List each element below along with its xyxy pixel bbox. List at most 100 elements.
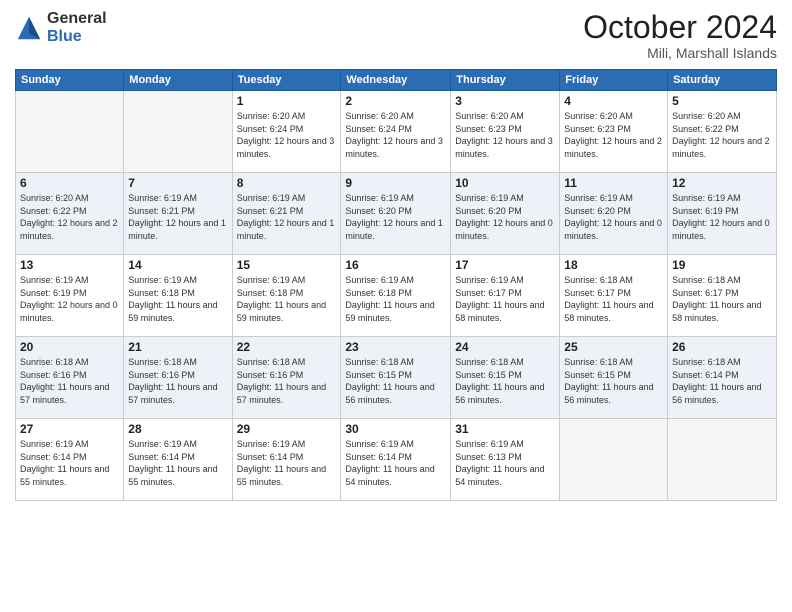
table-row: 2Sunrise: 6:20 AM Sunset: 6:24 PM Daylig… (341, 91, 451, 173)
day-info: Sunrise: 6:20 AM Sunset: 6:24 PM Dayligh… (345, 110, 446, 160)
day-number: 18 (564, 258, 663, 272)
day-info: Sunrise: 6:19 AM Sunset: 6:14 PM Dayligh… (345, 438, 446, 488)
day-number: 13 (20, 258, 119, 272)
table-row: 1 Sunrise: 6:20 AM Sunset: 6:24 PM Daylig… (232, 91, 341, 173)
table-row: 10Sunrise: 6:19 AM Sunset: 6:20 PM Dayli… (451, 173, 560, 255)
day-info: Sunrise: 6:18 AM Sunset: 6:15 PM Dayligh… (345, 356, 446, 406)
day-number: 30 (345, 422, 446, 436)
table-row (124, 91, 232, 173)
day-info: Sunrise: 6:18 AM Sunset: 6:16 PM Dayligh… (20, 356, 119, 406)
day-info: Sunrise: 6:19 AM Sunset: 6:13 PM Dayligh… (455, 438, 555, 488)
day-number: 23 (345, 340, 446, 354)
day-number: 11 (564, 176, 663, 190)
logo: General Blue (15, 10, 107, 45)
table-row: 23 Sunrise: 6:18 AM Sunset: 6:15 PM Dayli… (341, 337, 451, 419)
day-info: Sunrise: 6:20 AM Sunset: 6:24 PM Dayligh… (237, 110, 337, 160)
logo-text: General Blue (47, 10, 107, 45)
day-number: 6 (20, 176, 119, 190)
table-row: 21 Sunrise: 6:18 AM Sunset: 6:16 PM Dayli… (124, 337, 232, 419)
calendar-week-row: 1 Sunrise: 6:20 AM Sunset: 6:24 PM Daylig… (16, 91, 777, 173)
header-row: Sunday Monday Tuesday Wednesday Thursday… (16, 70, 777, 91)
day-number: 21 (128, 340, 227, 354)
table-row: 7Sunrise: 6:19 AM Sunset: 6:21 PM Daylig… (124, 173, 232, 255)
day-info: Sunrise: 6:19 AM Sunset: 6:20 PM Dayligh… (345, 192, 446, 242)
table-row: 11 Sunrise: 6:19 AM Sunset: 6:20 PM Dayli… (560, 173, 668, 255)
day-info: Sunrise: 6:20 AM Sunset: 6:23 PM Dayligh… (455, 110, 555, 160)
title-month: October 2024 (583, 10, 777, 45)
day-info: Sunrise: 6:20 AM Sunset: 6:22 PM Dayligh… (20, 192, 119, 242)
logo-blue-text: Blue (47, 28, 107, 46)
day-number: 31 (455, 422, 555, 436)
table-row: 16 Sunrise: 6:19 AM Sunset: 6:18 PM Dayli… (341, 255, 451, 337)
table-row: 28 Sunrise: 6:19 AM Sunset: 6:14 PM Dayli… (124, 419, 232, 501)
day-number: 3 (455, 94, 555, 108)
day-number: 9 (345, 176, 446, 190)
table-row: 20Sunrise: 6:18 AM Sunset: 6:16 PM Dayli… (16, 337, 124, 419)
day-number: 12 (672, 176, 772, 190)
table-row: 5Sunrise: 6:20 AM Sunset: 6:22 PM Daylig… (668, 91, 777, 173)
table-row: 19 Sunrise: 6:18 AM Sunset: 6:17 PM Dayli… (668, 255, 777, 337)
day-info: Sunrise: 6:18 AM Sunset: 6:17 PM Dayligh… (672, 274, 772, 324)
day-number: 16 (345, 258, 446, 272)
day-info: Sunrise: 6:19 AM Sunset: 6:19 PM Dayligh… (20, 274, 119, 324)
day-info: Sunrise: 6:18 AM Sunset: 6:17 PM Dayligh… (564, 274, 663, 324)
day-number: 26 (672, 340, 772, 354)
header: General Blue October 2024 Mili, Marshall… (15, 10, 777, 61)
table-row: 30 Sunrise: 6:19 AM Sunset: 6:14 PM Dayli… (341, 419, 451, 501)
title-block: October 2024 Mili, Marshall Islands (583, 10, 777, 61)
day-info: Sunrise: 6:18 AM Sunset: 6:16 PM Dayligh… (128, 356, 227, 406)
title-location: Mili, Marshall Islands (583, 45, 777, 61)
table-row (16, 91, 124, 173)
day-number: 29 (237, 422, 337, 436)
calendar-week-row: 27 Sunrise: 6:19 AM Sunset: 6:14 PM Dayli… (16, 419, 777, 501)
table-row (560, 419, 668, 501)
day-number: 8 (237, 176, 337, 190)
table-row: 29Sunrise: 6:19 AM Sunset: 6:14 PM Dayli… (232, 419, 341, 501)
header-sunday: Sunday (16, 70, 124, 91)
calendar-week-row: 20Sunrise: 6:18 AM Sunset: 6:16 PM Dayli… (16, 337, 777, 419)
day-info: Sunrise: 6:19 AM Sunset: 6:19 PM Dayligh… (672, 192, 772, 242)
day-number: 5 (672, 94, 772, 108)
calendar-week-row: 6 Sunrise: 6:20 AM Sunset: 6:22 PM Daylig… (16, 173, 777, 255)
day-info: Sunrise: 6:19 AM Sunset: 6:14 PM Dayligh… (20, 438, 119, 488)
day-number: 4 (564, 94, 663, 108)
day-number: 19 (672, 258, 772, 272)
day-number: 22 (237, 340, 337, 354)
table-row: 18 Sunrise: 6:18 AM Sunset: 6:17 PM Dayli… (560, 255, 668, 337)
day-number: 7 (128, 176, 227, 190)
table-row: 25Sunrise: 6:18 AM Sunset: 6:15 PM Dayli… (560, 337, 668, 419)
day-info: Sunrise: 6:19 AM Sunset: 6:18 PM Dayligh… (237, 274, 337, 324)
table-row: 13 Sunrise: 6:19 AM Sunset: 6:19 PM Dayli… (16, 255, 124, 337)
table-row: 8 Sunrise: 6:19 AM Sunset: 6:21 PM Daylig… (232, 173, 341, 255)
day-number: 28 (128, 422, 227, 436)
day-number: 17 (455, 258, 555, 272)
logo-general-text: General (47, 10, 107, 28)
table-row: 27 Sunrise: 6:19 AM Sunset: 6:14 PM Dayli… (16, 419, 124, 501)
table-row: 31 Sunrise: 6:19 AM Sunset: 6:13 PM Dayli… (451, 419, 560, 501)
calendar-week-row: 13 Sunrise: 6:19 AM Sunset: 6:19 PM Dayli… (16, 255, 777, 337)
day-info: Sunrise: 6:19 AM Sunset: 6:20 PM Dayligh… (455, 192, 555, 242)
table-row: 14Sunrise: 6:19 AM Sunset: 6:18 PM Dayli… (124, 255, 232, 337)
table-row: 6 Sunrise: 6:20 AM Sunset: 6:22 PM Daylig… (16, 173, 124, 255)
table-row: 17 Sunrise: 6:19 AM Sunset: 6:17 PM Dayli… (451, 255, 560, 337)
table-row: 12 Sunrise: 6:19 AM Sunset: 6:19 PM Dayli… (668, 173, 777, 255)
day-number: 14 (128, 258, 227, 272)
day-info: Sunrise: 6:19 AM Sunset: 6:17 PM Dayligh… (455, 274, 555, 324)
table-row: 9 Sunrise: 6:19 AM Sunset: 6:20 PM Daylig… (341, 173, 451, 255)
day-number: 1 (237, 94, 337, 108)
day-info: Sunrise: 6:18 AM Sunset: 6:15 PM Dayligh… (455, 356, 555, 406)
header-thursday: Thursday (451, 70, 560, 91)
day-info: Sunrise: 6:19 AM Sunset: 6:21 PM Dayligh… (237, 192, 337, 242)
header-tuesday: Tuesday (232, 70, 341, 91)
table-row: 4Sunrise: 6:20 AM Sunset: 6:23 PM Daylig… (560, 91, 668, 173)
day-info: Sunrise: 6:19 AM Sunset: 6:18 PM Dayligh… (345, 274, 446, 324)
day-info: Sunrise: 6:18 AM Sunset: 6:14 PM Dayligh… (672, 356, 772, 406)
table-row: 22 Sunrise: 6:18 AM Sunset: 6:16 PM Dayli… (232, 337, 341, 419)
day-info: Sunrise: 6:19 AM Sunset: 6:14 PM Dayligh… (128, 438, 227, 488)
day-info: Sunrise: 6:18 AM Sunset: 6:16 PM Dayligh… (237, 356, 337, 406)
table-row: 3 Sunrise: 6:20 AM Sunset: 6:23 PM Daylig… (451, 91, 560, 173)
page: General Blue October 2024 Mili, Marshall… (0, 0, 792, 612)
header-wednesday: Wednesday (341, 70, 451, 91)
day-info: Sunrise: 6:19 AM Sunset: 6:20 PM Dayligh… (564, 192, 663, 242)
day-number: 27 (20, 422, 119, 436)
